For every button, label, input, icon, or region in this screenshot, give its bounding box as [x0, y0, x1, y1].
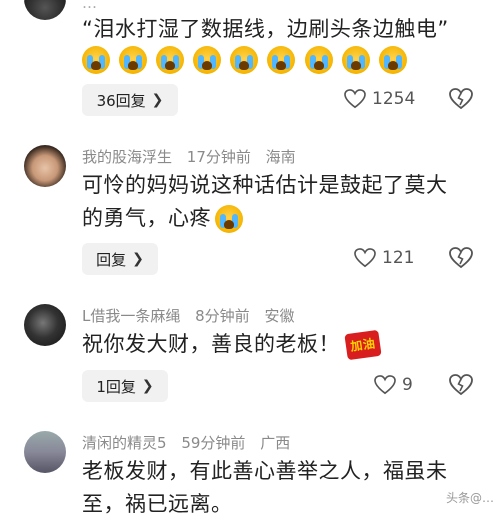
crying-emoji-icon	[119, 46, 148, 74]
emoji-row	[82, 46, 411, 74]
reply-button[interactable]: 回复 ❯	[82, 243, 158, 275]
watermark: 头条@…	[445, 489, 494, 506]
avatar[interactable]	[24, 145, 66, 187]
reply-button[interactable]: 36回复 ❯	[82, 84, 178, 116]
chevron-right-icon: ❯	[132, 251, 144, 267]
crying-emoji-icon	[156, 46, 185, 74]
comment-location: 海南	[265, 148, 296, 166]
crying-emoji-icon	[82, 46, 110, 74]
heart-icon	[374, 375, 396, 395]
comment-meta: 我的股海浮生 17分钟前 海南	[82, 146, 306, 167]
broken-heart-icon	[449, 247, 473, 269]
crying-emoji-icon	[378, 46, 407, 74]
comment-text: 祝你发大财，善良的老板！ 加油	[82, 328, 482, 361]
crying-emoji-icon	[193, 46, 222, 74]
comment-time: 17分钟前	[186, 148, 251, 166]
heart-icon	[354, 248, 376, 268]
like-button[interactable]: 1254	[344, 89, 415, 109]
comment-text: 老板发财，有此善心善举之人，福虽未至，祸已远离。	[82, 459, 448, 516]
avatar[interactable]	[24, 0, 66, 20]
comment-meta: …	[82, 0, 97, 12]
chevron-right-icon: ❯	[141, 378, 154, 394]
reply-label: 回复	[96, 250, 127, 269]
crying-emoji-icon	[230, 46, 259, 74]
comment-text: 可怜的妈妈说这种话估计是鼓起了莫大的勇气，心疼	[82, 169, 462, 235]
chevron-right-icon: ❯	[151, 92, 164, 108]
heart-icon	[344, 89, 366, 109]
cheer-sticker-icon: 加油	[344, 329, 382, 361]
like-count: 9	[402, 375, 413, 395]
dislike-button[interactable]	[449, 374, 473, 400]
username[interactable]: L借我一条麻绳	[82, 307, 180, 325]
comment-location: 广西	[260, 434, 291, 452]
broken-heart-icon	[449, 374, 473, 396]
crying-emoji-icon	[304, 46, 333, 74]
username[interactable]: 清闲的精灵5	[82, 434, 167, 452]
crying-emoji-icon	[341, 46, 370, 74]
avatar[interactable]	[24, 304, 66, 346]
like-button[interactable]: 9	[374, 375, 413, 395]
like-count: 121	[382, 248, 415, 268]
comment-text: “泪水打湿了数据线，边刷头条边触电”	[82, 17, 449, 41]
like-count: 1254	[372, 89, 416, 109]
dislike-button[interactable]	[449, 88, 473, 114]
comment-text-content: 可怜的妈妈说这种话估计是鼓起了莫大的勇气，心疼	[82, 173, 448, 230]
comment-meta: 清闲的精灵5 59分钟前 广西	[82, 432, 300, 453]
comment-text-content: 祝你发大财，善良的老板！	[82, 332, 340, 356]
reply-button[interactable]: 1回复 ❯	[82, 370, 168, 402]
comment-time: 59分钟前	[181, 434, 246, 452]
crying-emoji-icon	[267, 46, 296, 74]
username[interactable]: 我的股海浮生	[82, 148, 172, 166]
reply-label: 1回复	[96, 377, 136, 396]
reply-label: 36回复	[96, 91, 146, 110]
comment-time: 8分钟前	[195, 307, 250, 325]
dislike-button[interactable]	[449, 247, 473, 273]
broken-heart-icon	[449, 88, 473, 110]
avatar[interactable]	[24, 431, 66, 473]
comment-meta: L借我一条麻绳 8分钟前 安徽	[82, 305, 304, 326]
comment-location: 安徽	[264, 307, 295, 325]
like-button[interactable]: 121	[354, 248, 414, 268]
crying-emoji-icon	[215, 205, 243, 233]
